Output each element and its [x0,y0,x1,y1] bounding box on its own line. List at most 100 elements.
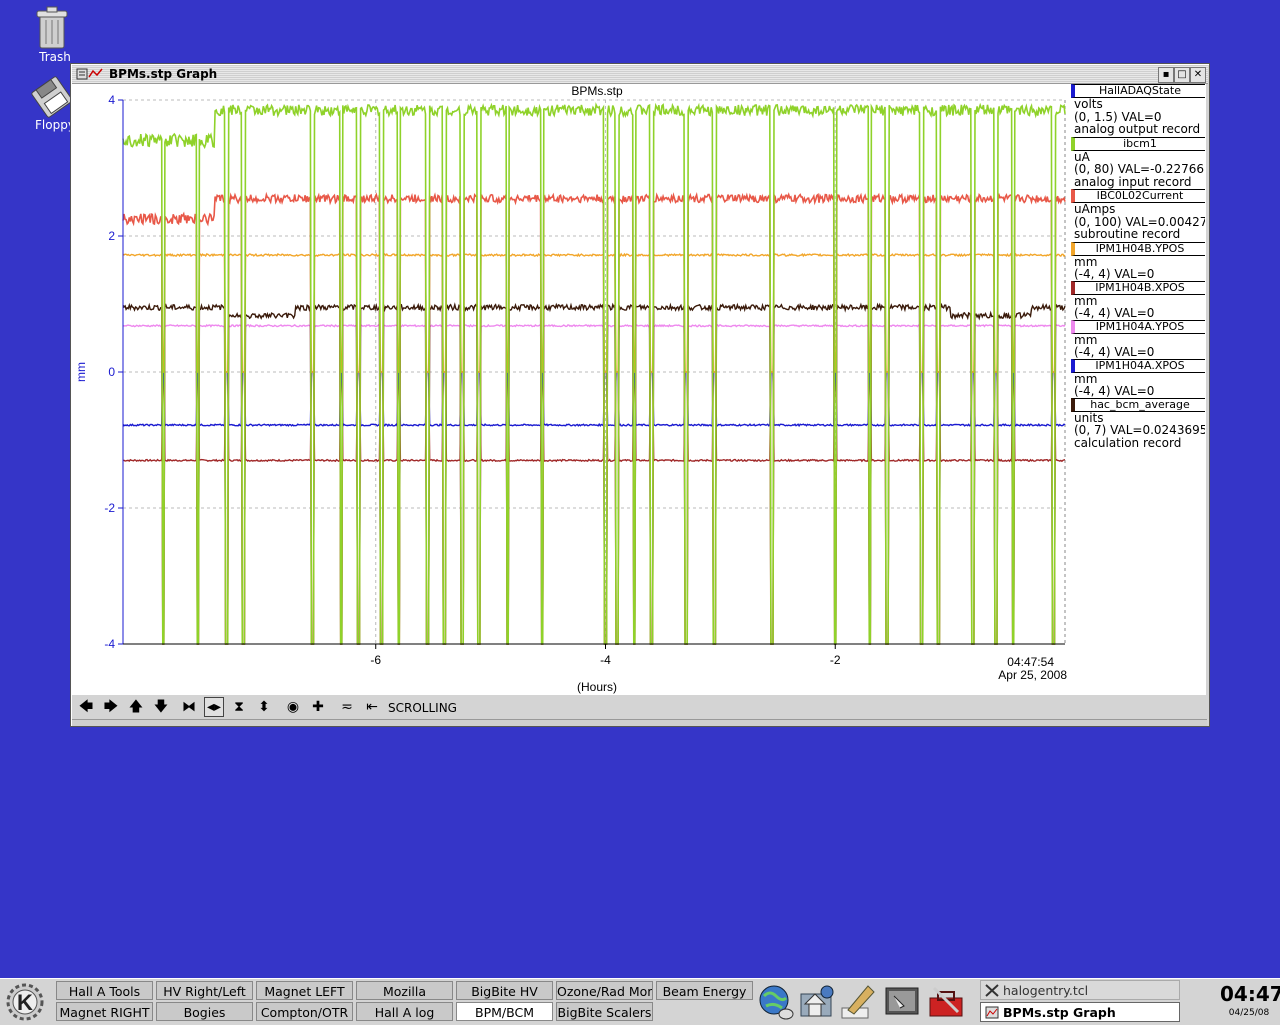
quick-compton-otr[interactable]: Compton/OTR [256,1002,353,1021]
y-tick-label: -2 [104,501,115,515]
close-icon: ✕ [1193,69,1203,80]
y-tick-label: 2 [108,229,115,243]
zoom-out-y-button[interactable]: ⬍ [254,697,274,717]
legend-item[interactable]: IPM1H04B.YPOS mm (-4, 4) VAL=0 [1069,241,1205,281]
legend-item[interactable]: ibcm1 uA (0, 80) VAL=-0.227667 analog input… [1069,136,1205,189]
legend-range-value: (0, 80) VAL=-0.227667 [1074,162,1205,176]
legend-range-value: (-4, 4) VAL=0 [1074,306,1155,320]
kde-menu-button[interactable]: K [2,981,48,1023]
legend-range-value: (0, 7) VAL=0.0243695 [1074,423,1205,437]
quick-bogies[interactable]: Bogies [156,1002,253,1021]
auto-scale-button[interactable]: ≂ [337,697,357,717]
quick-magnet-right[interactable]: Magnet RIGHT [56,1002,153,1021]
clock-time: 04:47 [1220,982,1280,1006]
globe-mouse-icon[interactable] [756,982,796,1022]
legend-record-type: calculation record [1074,435,1182,450]
arrow-up-icon: 🡅 [128,699,144,715]
zoom-in-y-button[interactable]: ⧗ [229,697,249,717]
legend-record-type: subroutine record [1074,227,1181,241]
legend-panel: HallADAQState volts (0, 1.5) VAL=0 analog o… [1069,84,1205,695]
task-halogentry[interactable]: halogentry.tcl [980,980,1180,1000]
quick-beam-energy[interactable]: Beam Energy [656,981,753,1000]
legend-item[interactable]: HallADAQState volts (0, 1.5) VAL=0 analog o… [1069,84,1205,136]
arrow-right-icon: 🡆 [103,699,119,715]
taskbar: K Hall A Tools HV Right/Left Magnet LEFT… [0,978,1280,1025]
y-tick-label: 0 [108,365,115,379]
legend-item[interactable]: IBC0L02Current uAmps (0, 100) VAL=0.004274… [1069,189,1205,241]
x-tick-label: -4 [600,653,611,667]
graph-toolbar: 🡄 🡆 🡅 🡇 ⧓ ◂▸ ⧗ ⬍ ◉ ✚ ≂ ⇤ SCROLLING [72,696,1207,718]
y-tick-label: 4 [108,93,115,107]
end-time-label: 04:47:54 [1007,655,1054,669]
legend-series-name: hac_bcm_average [1071,397,1205,412]
y-axis-label: mm [74,362,88,382]
window-title: BPMs.stp Graph [109,67,218,81]
toolbox-icon[interactable] [926,982,966,1022]
scroll-left-button[interactable]: 🡄 [76,697,96,717]
legend-range-value: (-4, 4) VAL=0 [1074,384,1155,398]
trash-label: Trash [39,50,71,64]
strip-chart[interactable]: 4 2 0 -2 -4 -6 -4 -2 BPMs.stp mm (Hours) 04:47:… [71,84,1069,695]
quick-bigbite-hv[interactable]: BigBite HV [456,981,553,1000]
legend-range-value: (-4, 4) VAL=0 [1074,267,1155,281]
maximize-button[interactable]: □ [1174,67,1190,83]
quick-bpm-bcm[interactable]: BPM/BCM [456,1002,553,1021]
minimize-icon: ▪ [1162,69,1170,80]
end-date-label: Apr 25, 2008 [998,668,1067,682]
close-button[interactable]: ✕ [1190,67,1206,83]
home-folder-icon[interactable] [797,982,837,1022]
quick-mozilla[interactable]: Mozilla [356,981,453,1000]
maximize-icon: □ [1177,69,1187,80]
zoom-in-x-button[interactable]: ⧓ [179,697,199,717]
clock[interactable]: 04:47 04/25/08 [1220,981,1280,1023]
trash-desktop-icon[interactable]: Trash [17,6,87,64]
horizontal-scrollbar[interactable] [72,719,1207,726]
x-axis-label: (Hours) [577,680,617,694]
legend-series-name: IPM1H04A.XPOS [1071,358,1205,373]
quick-ozone-rad-mon[interactable]: Ozone/Rad Mon [556,981,653,1000]
terminal-icon[interactable] [882,982,922,1022]
legend-range-value: (-4, 4) VAL=0 [1074,345,1155,359]
legend-record-type: analog output record [1074,122,1201,136]
auto-scale-icon: ≂ [341,699,353,715]
minimize-button[interactable]: ▪ [1158,67,1174,83]
arrow-down-icon: 🡇 [153,699,169,715]
pin-button[interactable]: ⇤ [362,697,382,717]
x-tick-label: -2 [830,653,841,667]
zoom-out-x-button[interactable]: ◂▸ [204,697,224,717]
window-titlebar[interactable]: BPMs.stp Graph ▪ □ ✕ [72,65,1208,84]
quick-magnet-left[interactable]: Magnet LEFT [256,981,353,1000]
quick-hall-a-log[interactable]: Hall A log [356,1002,453,1021]
task-bpms-graph[interactable]: BPMs.stp Graph [980,1002,1180,1022]
scroll-right-button[interactable]: 🡆 [101,697,121,717]
editor-pen-icon[interactable] [838,982,878,1022]
plus-icon: ✚ [312,699,324,715]
app-menu-icon[interactable] [76,67,104,81]
add-button[interactable]: ✚ [308,697,328,717]
legend-units: uAmps [1074,202,1116,216]
zoom-in-x-icon: ⧓ [182,699,196,715]
scroll-up-button[interactable]: 🡅 [126,697,146,717]
reset-button[interactable]: ◉ [283,697,303,717]
legend-series-name: IBC0L02Current [1071,189,1205,203]
legend-item[interactable]: IPM1H04A.YPOS mm (-4, 4) VAL=0 [1069,319,1205,359]
arrow-left-icon: 🡄 [78,699,94,715]
graph-window-icon [985,1006,999,1019]
quick-hall-a-tools[interactable]: Hall A Tools [56,981,153,1000]
floppy-label: Floppy [35,118,75,132]
zoom-out-y-icon: ⬍ [258,699,270,715]
quick-bigbite-scalers[interactable]: BigBite Scalers [556,1002,653,1021]
legend-item[interactable]: IPM1H04A.XPOS mm (-4, 4) VAL=0 [1069,358,1205,398]
y-tick-label: -4 [104,637,115,651]
plot-area[interactable]: 4 2 0 -2 -4 -6 -4 -2 BPMs.stp mm (Hours) 04:47:… [71,84,1206,695]
legend-item[interactable]: IPM1H04B.XPOS mm (-4, 4) VAL=0 [1069,280,1205,320]
pin-icon: ⇤ [366,699,378,715]
legend-series-name: HallADAQState [1071,84,1205,98]
scroll-down-button[interactable]: 🡇 [151,697,171,717]
task-label-bpms-graph: BPMs.stp Graph [1003,1005,1116,1020]
legend-item[interactable]: hac_bcm_average units (0, 7) VAL=0.0243695… [1069,397,1205,450]
chart-title: BPMs.stp [571,84,623,98]
legend-series-name: IPM1H04B.YPOS [1071,241,1205,256]
zoom-out-x-icon: ◂▸ [206,699,222,715]
quick-hv-right-left[interactable]: HV Right/Left [156,981,253,1000]
